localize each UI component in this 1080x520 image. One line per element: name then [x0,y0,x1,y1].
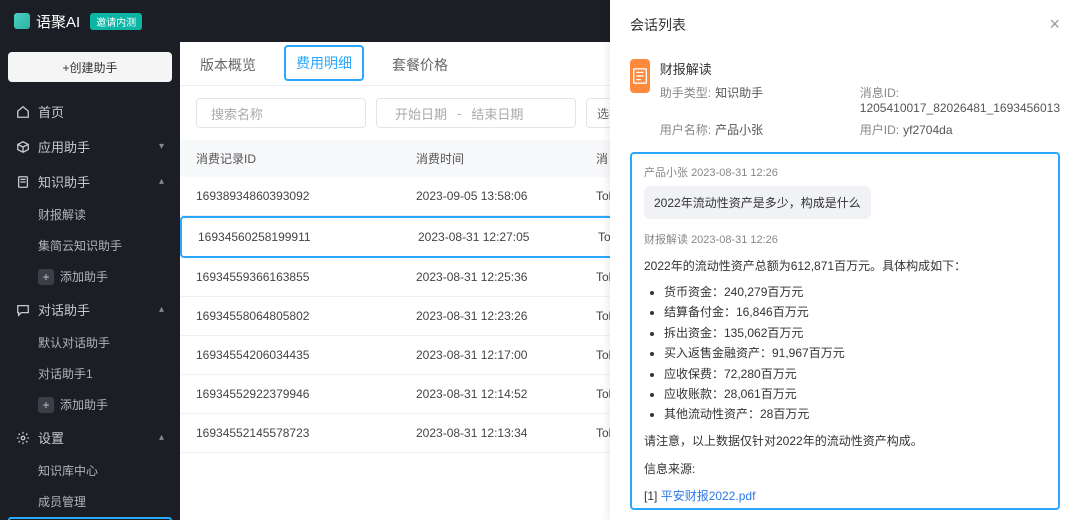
sidebar-item-4-1[interactable]: 成员管理 [8,486,172,517]
bot-note: 请注意，以上数据仅针对2022年的流动性资产构成。 [644,431,1046,451]
chevron-icon: ▾ [159,141,164,152]
date-separator: - [457,106,461,121]
chevron-icon: ▴ [159,304,164,315]
sidebar-section-1[interactable]: 应用助手▾ [8,129,172,164]
source-link[interactable]: [2] 平安财报2022.pdf [644,506,1046,510]
bot-msg-meta: 财报解读 2023-08-31 12:26 [644,231,1046,250]
sidebar-item-4-0[interactable]: 知识库中心 [8,455,172,486]
invite-badge: 邀请内测 [90,13,142,30]
user-id: 用户ID:yf2704da [860,121,1060,138]
sidebar-item-2-0[interactable]: 财报解读 [8,199,172,230]
sidebar-item-3-0[interactable]: 默认对话助手 [8,327,172,358]
user-msg-bubble: 2022年流动性资产是多少，构成是什么 [644,186,871,219]
sidebar-section-3[interactable]: 对话助手▴ [8,292,172,327]
end-date-placeholder: 结束日期 [471,104,523,123]
sidebar-section-4[interactable]: 设置▴ [8,420,172,455]
create-assistant-label: +创建助手 [62,59,117,76]
create-assistant-button[interactable]: +创建助手 [8,52,172,82]
sidebar-item-3-2[interactable]: +添加助手 [8,389,172,420]
list-item: 拆出资金：135,062百万元 [664,323,1046,343]
chevron-icon: ▴ [159,432,164,443]
user-msg-meta: 产品小张 2023-08-31 12:26 [644,164,1046,180]
list-item: 应收保费：72,280百万元 [664,364,1046,384]
sidebar-section-0[interactable]: 首页 [8,94,172,129]
source-link[interactable]: [1] 平安财报2022.pdf [644,486,1046,506]
col-time: 消费时间 [416,150,596,167]
chat-preview-box: 产品小张 2023-08-31 12:26 2022年流动性资产是多少，构成是什… [630,152,1060,510]
drawer-title: 会话列表 [630,15,686,35]
sidebar-item-2-2[interactable]: +添加助手 [8,261,172,292]
search-input[interactable]: 搜索名称 [196,98,366,128]
user-name: 用户名称:产品小张 [660,121,860,138]
source-label: 信息来源: [644,459,1046,479]
list-item: 应收账款：28,061百万元 [664,384,1046,404]
date-range-input[interactable]: 开始日期 - 结束日期 [376,98,576,128]
list-item: 买入返售金融资产：91,967百万元 [664,343,1046,363]
gear-icon [16,431,30,445]
home-icon [16,105,30,119]
list-item: 结算备付金：16,846百万元 [664,302,1046,322]
sidebar-section-2[interactable]: 知识助手▴ [8,164,172,199]
start-date-placeholder: 开始日期 [395,104,447,123]
chevron-icon: ▴ [159,176,164,187]
plus-icon: + [38,269,54,285]
list-item: 货币资金：240,279百万元 [664,282,1046,302]
app-icon [630,59,650,93]
brand-name: 语聚AI [36,11,80,32]
brand-logo: 语聚AI [14,11,80,32]
plus-icon: + [38,397,54,413]
brand-mark-icon [14,13,30,29]
tab-0[interactable]: 版本概览 [196,45,260,85]
app-name: 财报解读 [660,59,1060,78]
close-icon[interactable]: × [1049,14,1060,35]
chat-icon [16,303,30,317]
session-drawer: 会话列表 × 财报解读 助手类型:知识助手 消息ID:1205410017_82… [610,0,1080,520]
tab-2[interactable]: 套餐价格 [388,45,452,85]
search-placeholder: 搜索名称 [211,104,263,123]
tab-1[interactable]: 费用明细 [284,45,364,81]
list-item: 其他流动性资产：28百万元 [664,404,1046,424]
msg-id: 消息ID:1205410017_82026481_1693456013 [860,84,1060,115]
doc-icon [16,175,30,189]
bot-summary: 2022年的流动性资产总额为612,871百万元。具体构成如下： [644,256,1046,276]
sidebar-item-2-1[interactable]: 集简云知识助手 [8,230,172,261]
sidebar-item-3-1[interactable]: 对话助手1 [8,358,172,389]
cube-icon [16,140,30,154]
assistant-type: 助手类型:知识助手 [660,84,860,115]
col-record-id: 消费记录ID [196,150,416,167]
